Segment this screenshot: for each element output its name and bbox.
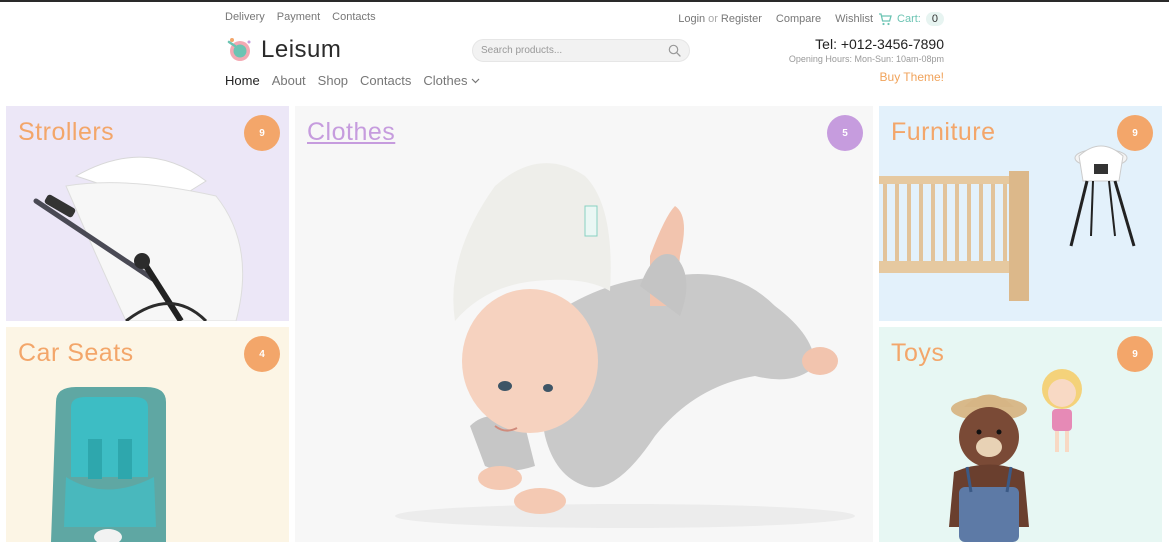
register-link[interactable]: Register bbox=[721, 13, 762, 25]
cart-count-badge: 0 bbox=[925, 12, 944, 26]
nav-contacts[interactable]: Contacts bbox=[360, 73, 411, 88]
wishlist-link[interactable]: Wishlist bbox=[835, 13, 873, 25]
main-nav: Home About Shop Contacts Clothes bbox=[225, 73, 480, 88]
category-tile-furniture[interactable]: Furniture 9 bbox=[879, 106, 1162, 321]
chevron-down-icon bbox=[471, 78, 480, 84]
toys-image bbox=[949, 369, 1082, 542]
or-text: or bbox=[708, 13, 718, 25]
account-bar: Login or Register Compare Wishlist Cart: 0 bbox=[678, 12, 944, 26]
furniture-image bbox=[879, 145, 1136, 301]
search-box bbox=[472, 39, 690, 62]
login-link[interactable]: Login bbox=[678, 13, 705, 25]
category-tile-toys[interactable]: Toys 9 bbox=[879, 327, 1162, 542]
nav-home[interactable]: Home bbox=[225, 73, 260, 88]
category-tile-strollers[interactable]: Strollers 9 bbox=[6, 106, 289, 321]
delivery-link[interactable]: Delivery bbox=[225, 11, 265, 23]
car-seat-image bbox=[51, 387, 166, 542]
phone-number: Tel: +012-3456-7890 bbox=[815, 36, 944, 52]
nav-shop[interactable]: Shop bbox=[318, 73, 348, 88]
cart-icon[interactable] bbox=[878, 12, 892, 26]
search-input[interactable] bbox=[481, 45, 668, 56]
category-tile-car-seats[interactable]: Car Seats 4 bbox=[6, 327, 289, 542]
compare-link[interactable]: Compare bbox=[776, 13, 821, 25]
nav-about[interactable]: About bbox=[272, 73, 306, 88]
nav-clothes-dropdown[interactable]: Clothes bbox=[423, 73, 480, 88]
logo-icon bbox=[225, 36, 255, 64]
buy-theme-link[interactable]: Buy Theme! bbox=[880, 70, 944, 84]
nav-clothes-label: Clothes bbox=[423, 73, 468, 88]
login-register: Login or Register bbox=[678, 13, 762, 25]
search-icon[interactable] bbox=[668, 44, 681, 57]
category-tile-clothes[interactable]: Clothes 5 bbox=[295, 106, 873, 542]
site-logo[interactable]: Leisum bbox=[225, 36, 341, 64]
cart-link[interactable]: Cart: bbox=[897, 13, 921, 25]
baby-clothes-image bbox=[395, 163, 855, 528]
top-contacts-link[interactable]: Contacts bbox=[332, 11, 375, 23]
top-links: Delivery Payment Contacts bbox=[225, 11, 376, 23]
contact-info: Tel: +012-3456-7890 Opening Hours: Mon-S… bbox=[789, 36, 944, 64]
stroller-image bbox=[33, 156, 244, 321]
wishlist-cart-group: Wishlist Cart: 0 bbox=[835, 12, 944, 26]
payment-link[interactable]: Payment bbox=[277, 11, 320, 23]
brand-name: Leisum bbox=[261, 36, 342, 63]
opening-hours: Opening Hours: Mon-Sun: 10am-08pm bbox=[788, 54, 944, 64]
